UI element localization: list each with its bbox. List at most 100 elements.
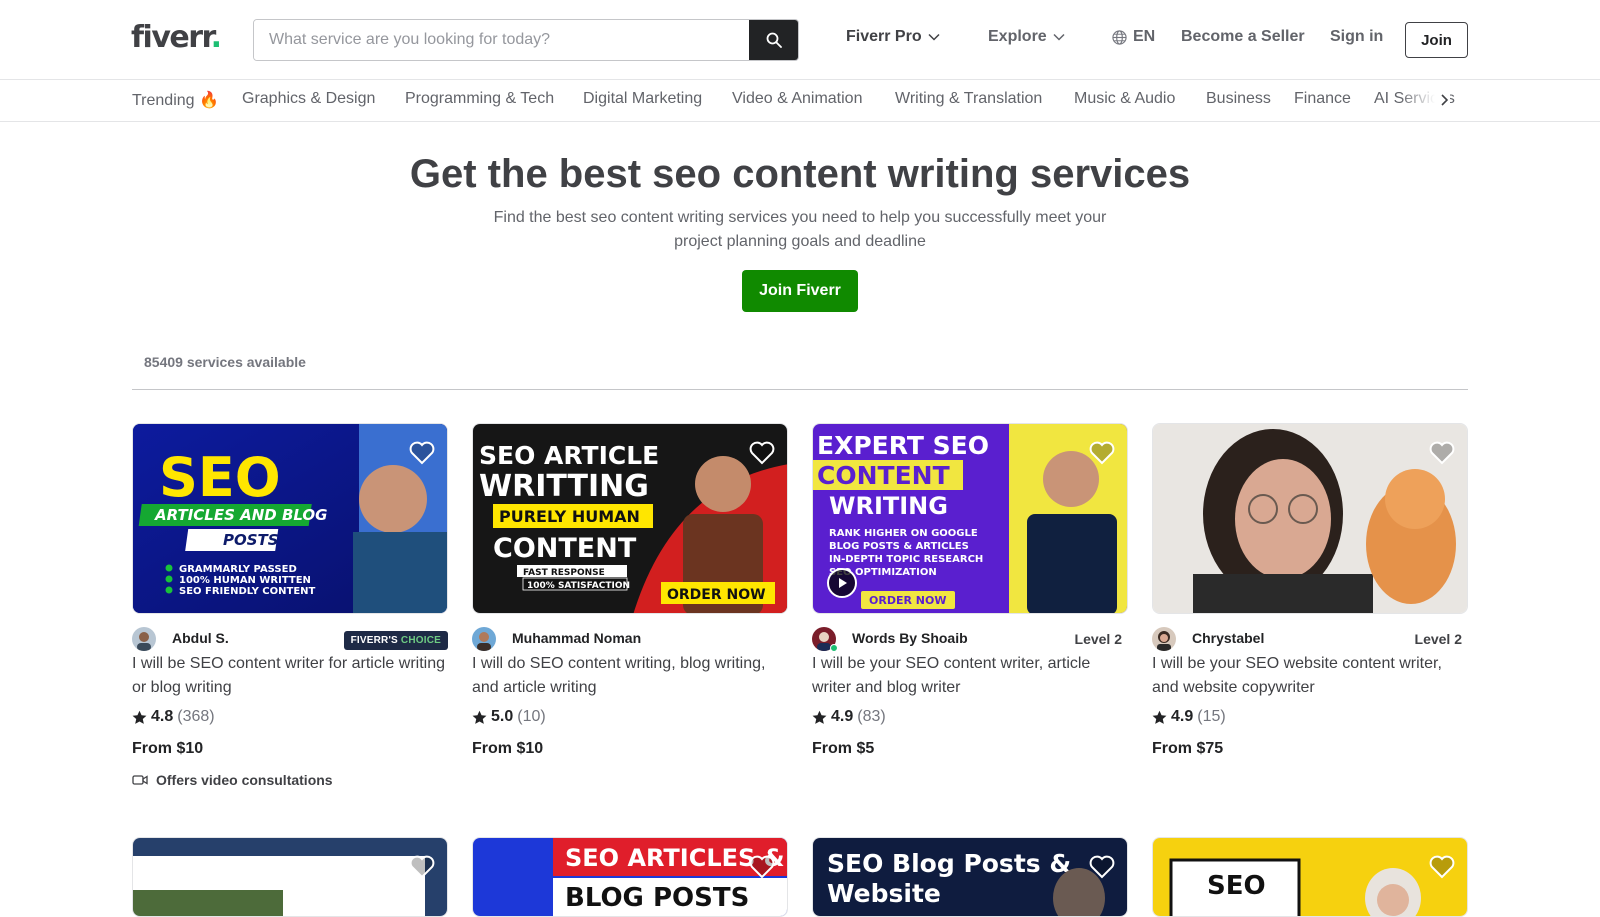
become-seller-link[interactable]: Become a Seller [1181,28,1305,46]
thumb-text: CONTENT [493,533,637,564]
chevron-down-icon [1053,33,1065,41]
explore-label: Explore [988,28,1047,45]
video-icon [132,775,148,785]
gig-rating: 4.9 (15) [1152,708,1226,726]
search-button[interactable] [749,20,798,60]
heart-icon [749,855,775,879]
gig-price: From $10 [132,740,204,757]
thumb-text: SEO FRIENDLY CONTENT [179,586,316,597]
thumb-text: BLOG POSTS [565,883,749,913]
category-trending[interactable]: Trending 🔥 [132,90,219,110]
search-input[interactable] [254,20,751,60]
favorite-button[interactable] [1089,855,1115,884]
avatar[interactable] [132,627,156,651]
gig-title[interactable]: I will be your SEO website content write… [1152,652,1468,700]
thumb-text: SEO Blog Posts & [827,849,1071,878]
heart-icon [409,855,435,879]
gig-price: From $10 [472,740,544,757]
join-button[interactable]: Join [1405,22,1468,58]
gig-rating: 5.0 (10) [472,708,546,726]
gig-thumbnail[interactable]: SEO [1152,837,1468,917]
language-selector[interactable]: EN [1112,28,1155,46]
page-subtitle: Find the best seo content writing servic… [493,209,1107,250]
gig-image [1153,424,1467,613]
gig-image: SEO Blog Posts & Website [813,838,1127,916]
seller-name[interactable]: Words By Shoaib [852,630,968,646]
thumb-text: IN-DEPTH TOPIC RESEARCH [829,554,983,565]
gig-thumbnail[interactable] [1152,423,1468,614]
seller-name[interactable]: Chrystabel [1192,630,1264,646]
video-consultation-label: Offers video consultations [156,772,333,788]
thumb-text: ARTICLES AND BLOG [154,506,328,524]
rating-value: 4.9 [831,708,854,725]
category-music-audio[interactable]: Music & Audio [1074,90,1175,108]
thumb-text: RANK HIGHER ON GOOGLE [829,528,978,539]
seller-level: Level 2 [1414,631,1462,647]
seller-info: Muhammad Noman [472,626,788,652]
explore-menu[interactable]: Explore [988,28,1065,46]
seller-name[interactable]: Abdul S. [172,630,229,646]
favorite-button[interactable] [749,855,775,884]
gig-thumbnail[interactable]: EXPERT SEO CONTENT WRITING RANK HIGHER O… [812,423,1128,614]
gig-thumbnail[interactable] [132,837,448,917]
fiverr-logo[interactable]: fiverr. [131,20,222,55]
category-video-animation[interactable]: Video & Animation [732,90,862,108]
category-graphics-design[interactable]: Graphics & Design [242,90,375,108]
seller-info: Abdul S. FIVERR'S CHOICE [132,626,448,652]
favorite-button[interactable] [749,441,775,470]
gig-rating: 4.8 (368) [132,708,215,726]
seller-name[interactable]: Muhammad Noman [512,630,641,646]
thumb-text: SEO [1207,871,1266,901]
thumb-text: WRITING [829,492,948,520]
favorite-button[interactable] [409,855,435,884]
thumb-text: Website [827,879,941,908]
fiverr-pro-label: Fiverr Pro [846,28,922,45]
category-business[interactable]: Business [1206,90,1271,108]
favorite-button[interactable] [1429,855,1455,884]
thumb-text: PURELY HUMAN [499,507,640,526]
gig-thumbnail[interactable]: SEO Blog Posts & Website [812,837,1128,917]
heart-icon [1429,441,1455,465]
heart-icon [749,441,775,465]
category-finance[interactable]: Finance [1294,90,1351,108]
page-title: Get the best seo content writing service… [409,152,1191,196]
rating-count: (10) [517,708,546,725]
gig-thumbnail[interactable]: SEO ARTICLE WRITTING PURELY HUMAN CONTEN… [472,423,788,614]
gig-image: SEO [1153,838,1467,916]
rating-count: (368) [177,708,215,725]
category-programming-tech[interactable]: Programming & Tech [405,90,554,108]
play-video-button[interactable] [827,568,857,598]
gig-title[interactable]: I will do SEO content writing, blog writ… [472,652,788,700]
sign-in-link[interactable]: Sign in [1330,28,1383,46]
category-digital-marketing[interactable]: Digital Marketing [583,90,702,108]
online-indicator [830,644,838,652]
globe-icon [1112,29,1127,45]
favorite-button[interactable] [1089,441,1115,470]
join-fiverr-button[interactable]: Join Fiverr [742,270,858,312]
thumb-text: SEO ARTICLE [479,441,659,470]
favorite-button[interactable] [1429,441,1455,470]
gig-image: SEO ARTICLE WRITTING PURELY HUMAN CONTEN… [473,424,787,613]
seller-info: Chrystabel Level 2 [1152,626,1468,652]
avatar[interactable] [1152,627,1176,651]
thumb-text: GRAMMARLY PASSED [179,564,297,575]
rating-value: 4.8 [151,708,174,725]
seller-level: Level 2 [1074,631,1122,647]
category-scroll-right[interactable] [1440,90,1450,115]
gig-title[interactable]: I will be your SEO content writer, artic… [812,652,1128,700]
fiverr-pro-menu[interactable]: Fiverr Pro [846,28,940,46]
gig-thumbnail[interactable]: SEO ARTICLES & BLOG POSTS [472,837,788,917]
thumb-text: BLOG POSTS & ARTICLES [829,541,969,552]
category-writing-translation[interactable]: Writing & Translation [895,90,1042,108]
fiverrs-choice-badge: FIVERR'S CHOICE [343,631,448,650]
thumb-text: CONTENT [817,461,950,490]
star-icon [472,710,487,724]
category-nav: Trending 🔥 Graphics & Design Programming… [0,80,1600,122]
search-bar [253,19,799,61]
gig-thumbnail[interactable]: SEO ARTICLES AND BLOG POSTS GRAMMARLY PA… [132,423,448,614]
rating-count: (15) [1197,708,1226,725]
gig-title[interactable]: I will be SEO content writer for article… [132,652,448,700]
avatar[interactable] [472,627,496,651]
rating-value: 5.0 [491,708,514,725]
favorite-button[interactable] [409,441,435,470]
